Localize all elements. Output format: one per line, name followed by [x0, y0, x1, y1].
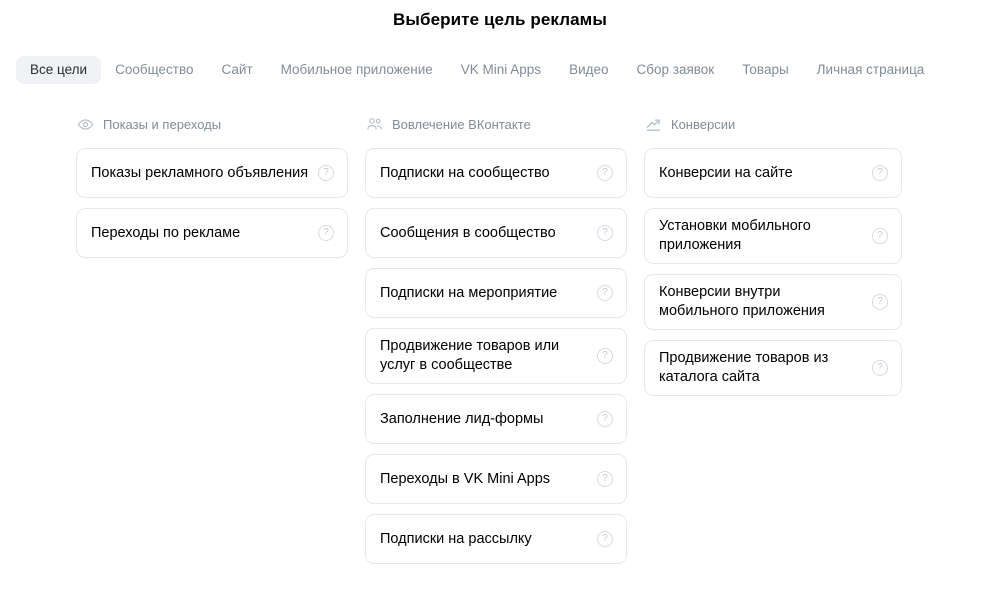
help-icon[interactable]: ? [597, 225, 613, 241]
tab-2[interactable]: Сайт [208, 56, 267, 84]
goal-card-label: Подписки на мероприятие [380, 284, 558, 301]
help-icon[interactable]: ? [597, 348, 613, 364]
help-icon[interactable]: ? [872, 360, 888, 376]
tab-1[interactable]: Сообщество [101, 56, 207, 84]
help-icon[interactable]: ? [597, 285, 613, 301]
goal-card-label: Показы рекламного объявления [91, 164, 309, 181]
goal-card[interactable]: Конверсии внутри мобильного приложения? [644, 274, 902, 330]
tab-7[interactable]: Товары [728, 56, 802, 84]
goal-card[interactable]: Продвижение товаров или услуг в сообщест… [365, 328, 627, 384]
goal-card[interactable]: Конверсии на сайте? [644, 148, 902, 198]
column-header-label: Конверсии [671, 116, 736, 132]
column-header-3: Конверсии [644, 112, 902, 136]
page-title: Выберите цель рекламы [393, 10, 607, 29]
goal-card[interactable]: Показы рекламного объявления? [76, 148, 348, 198]
help-icon[interactable]: ? [597, 411, 613, 427]
goal-card[interactable]: Продвижение товаров из каталога сайта? [644, 340, 902, 396]
goal-card-label: Подписки на сообщество [380, 164, 550, 181]
goal-category-tabs: Все цели Сообщество Сайт Мобильное приложен… [16, 56, 938, 84]
people-icon [366, 116, 383, 133]
help-icon[interactable]: ? [597, 165, 613, 181]
goal-card-label: Заполнение лид-формы [380, 410, 544, 427]
goal-card-label: Конверсии на сайте [659, 164, 793, 181]
goal-card[interactable]: Подписки на сообщество? [365, 148, 627, 198]
goal-card[interactable]: Подписки на мероприятие? [365, 268, 627, 318]
help-icon[interactable]: ? [872, 165, 888, 181]
goal-card[interactable]: Переходы по рекламе? [76, 208, 348, 258]
goal-card[interactable]: Заполнение лид-формы? [365, 394, 627, 444]
help-icon[interactable]: ? [597, 531, 613, 547]
goal-card-label: Сообщения в сообщество [380, 224, 556, 241]
help-icon[interactable]: ? [318, 165, 334, 181]
goal-card-label: Продвижение товаров или услуг в сообщест… [380, 338, 560, 373]
column-header-2: Вовлечение ВКонтакте [365, 112, 627, 136]
goal-column-3: Конверсии Конверсии на сайте? Установки мо… [644, 112, 902, 574]
trending-up-icon [645, 116, 662, 133]
goal-columns: Показы и переходы Показы рекламного объяв… [0, 112, 1000, 574]
help-icon[interactable]: ? [318, 225, 334, 241]
goal-card-label: Установки мобильного приложения [659, 218, 811, 253]
help-icon[interactable]: ? [872, 228, 888, 244]
goal-card-label: Переходы в VK Mini Apps [380, 470, 551, 487]
goal-card[interactable]: Установки мобильного приложения? [644, 208, 902, 264]
goal-card-label: Переходы по рекламе [91, 224, 241, 241]
goal-column-1: Показы и переходы Показы рекламного объяв… [76, 112, 348, 574]
goal-column-2: Вовлечение ВКонтакте Подписки на сообщест… [365, 112, 627, 574]
tab-4[interactable]: VK Mini Apps [447, 56, 555, 84]
tab-0[interactable]: Все цели [16, 56, 102, 84]
help-icon[interactable]: ? [597, 471, 613, 487]
goal-card-label: Конверсии внутри мобильного приложения [659, 284, 825, 319]
help-icon[interactable]: ? [872, 294, 888, 310]
goal-card-label: Продвижение товаров из каталога сайта [659, 350, 829, 385]
column-header-label: Показы и переходы [103, 116, 222, 132]
goal-card-label: Подписки на рассылку [380, 530, 532, 547]
tab-6[interactable]: Сбор заявок [623, 56, 729, 84]
column-header-label: Вовлечение ВКонтакте [392, 116, 531, 132]
goal-card[interactable]: Подписки на рассылку? [365, 514, 627, 564]
tab-5[interactable]: Видео [555, 56, 622, 84]
eye-icon [77, 116, 94, 133]
tab-8[interactable]: Личная страница [803, 56, 939, 84]
goal-card[interactable]: Переходы в VK Mini Apps? [365, 454, 627, 504]
tab-3[interactable]: Мобильное приложение [267, 56, 447, 84]
column-header-1: Показы и переходы [76, 112, 348, 136]
goal-card[interactable]: Сообщения в сообщество? [365, 208, 627, 258]
